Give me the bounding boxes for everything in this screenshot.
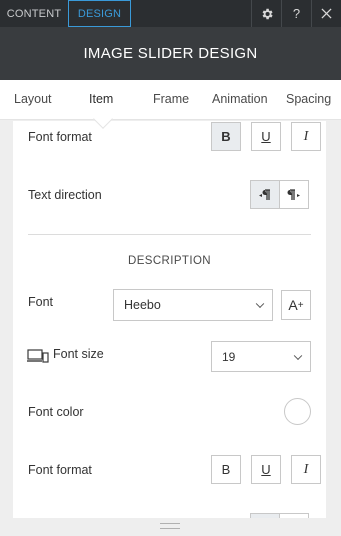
- description-underline-button[interactable]: U: [251, 455, 281, 484]
- tab-animation[interactable]: Animation: [212, 92, 268, 106]
- description-font-format-label: Font format: [28, 463, 92, 477]
- font-format-group: B U I: [211, 122, 321, 151]
- add-font-letter: A: [288, 297, 298, 313]
- description-font-format-group: B U I: [211, 455, 321, 484]
- text-direction-label: Text direction: [28, 188, 102, 202]
- tab-design[interactable]: DESIGN: [68, 0, 131, 27]
- tab-frame[interactable]: Frame: [153, 92, 189, 106]
- ltr-direction-button[interactable]: [279, 180, 309, 209]
- font-color-swatch[interactable]: [284, 398, 311, 425]
- font-select[interactable]: Heebo: [113, 289, 273, 321]
- bold-button[interactable]: B: [211, 122, 241, 151]
- resize-handle[interactable]: [160, 523, 180, 529]
- font-color-label: Font color: [28, 405, 84, 419]
- font-label: Font: [28, 295, 54, 309]
- tab-spacing[interactable]: Spacing: [286, 92, 331, 106]
- font-format-label: Font format: [28, 130, 92, 144]
- font-select-value: Heebo: [124, 298, 161, 312]
- tab-layout[interactable]: Layout: [14, 92, 52, 106]
- panel-header: IMAGE SLIDER DESIGN: [0, 27, 341, 80]
- ltr-paragraph-icon: [287, 188, 300, 200]
- font-size-select[interactable]: 19: [211, 341, 311, 372]
- tab-content[interactable]: CONTENT: [0, 0, 68, 27]
- chevron-down-icon: [255, 299, 265, 309]
- close-button[interactable]: [311, 0, 341, 27]
- top-bar: CONTENT DESIGN ?: [0, 0, 341, 27]
- text-direction-group: [250, 180, 309, 209]
- chevron-down-icon: [293, 351, 303, 360]
- responsive-devices-icon: [27, 349, 49, 363]
- underline-button[interactable]: U: [251, 122, 281, 151]
- description-section-title: DESCRIPTION: [128, 255, 211, 267]
- tab-item[interactable]: Item: [89, 92, 113, 106]
- italic-button[interactable]: I: [291, 122, 321, 151]
- description-italic-button[interactable]: I: [291, 455, 321, 484]
- add-font-button[interactable]: A +: [281, 290, 311, 320]
- help-button[interactable]: ?: [281, 0, 311, 27]
- gear-icon: [262, 8, 273, 19]
- page-title: IMAGE SLIDER DESIGN: [83, 45, 258, 62]
- add-font-plus: +: [297, 299, 304, 311]
- rtl-paragraph-icon: [259, 188, 270, 200]
- rtl-direction-button[interactable]: [250, 180, 280, 209]
- description-bold-button[interactable]: B: [211, 455, 241, 484]
- sub-tabs: Layout Item Frame Animation Spacing: [0, 80, 341, 120]
- font-size-value: 19: [222, 349, 236, 364]
- settings-panel: Font format B U I Text direction DESCRIP…: [13, 121, 326, 518]
- section-divider: [28, 234, 311, 235]
- font-size-label: Font size: [53, 347, 104, 361]
- close-icon: [321, 8, 332, 19]
- settings-button[interactable]: [251, 0, 281, 27]
